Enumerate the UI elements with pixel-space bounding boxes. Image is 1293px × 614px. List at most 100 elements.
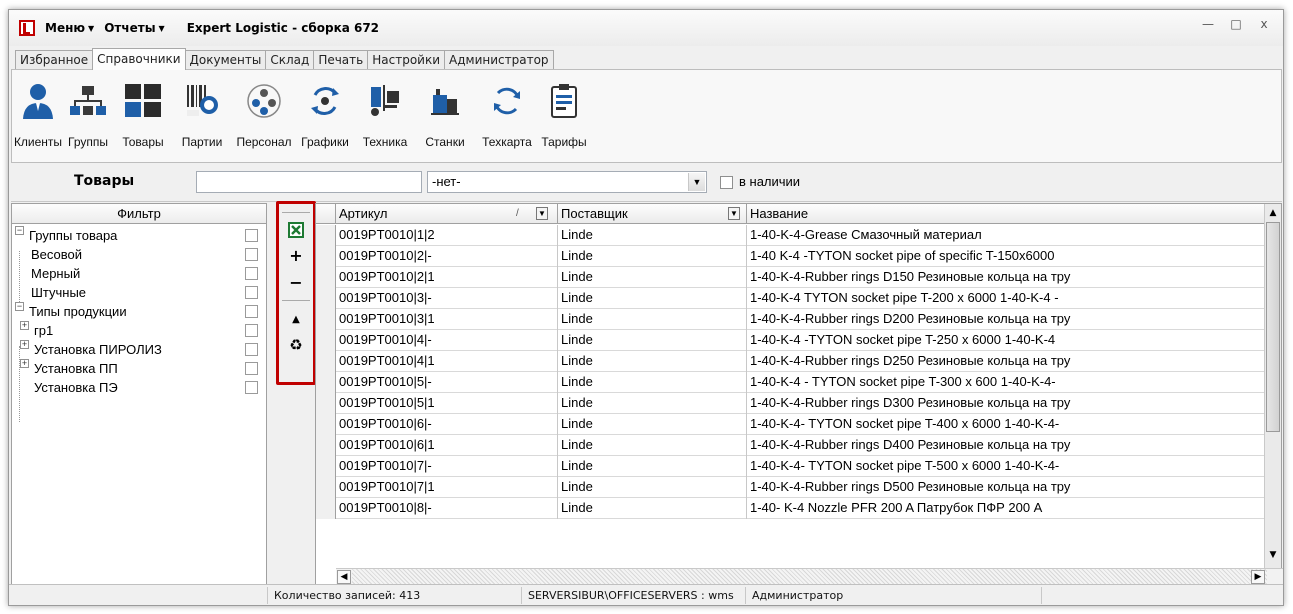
table-row[interactable]: 0019PT0010|5|- Linde 1-40-K-4 - TYTON sock… (316, 372, 1265, 393)
column-name[interactable]: Название (747, 204, 1265, 224)
table-row[interactable]: 0019PT0010|5|1 Linde 1-40-K-4-Rubber rings… (316, 393, 1265, 414)
cell-article[interactable]: 0019PT0010|4|1 (336, 351, 558, 372)
tab-documents[interactable]: Документы (184, 50, 267, 70)
add-button[interactable]: + (285, 244, 307, 266)
table-row[interactable]: 0019PT0010|1|2 Linde 1-40-K-4-Grease Смазо… (316, 225, 1265, 246)
column-supplier[interactable]: Поставщик ▼ (558, 204, 747, 224)
scroll-down-icon[interactable]: ▼ (1267, 548, 1279, 562)
cell-name[interactable]: 1-40-K-4 -TYTON socket pipe T-250 x 6000… (747, 330, 1247, 351)
cell-supplier[interactable]: Linde (558, 372, 747, 393)
horizontal-scrollbar[interactable]: ◀ ▶ (336, 568, 1283, 585)
tree-item[interactable]: Установка ПЭ (12, 378, 266, 397)
row-indicator[interactable] (316, 498, 336, 519)
column-article[interactable]: Артикул / ▼ (336, 204, 558, 224)
cell-name[interactable]: 1-40-K-4-Rubber rings D200 Резиновые кол… (747, 309, 1247, 330)
row-indicator[interactable] (316, 477, 336, 498)
ribbon-groups-button[interactable]: Группы (68, 70, 108, 160)
cell-article[interactable]: 0019PT0010|8|- (336, 498, 558, 519)
row-indicator[interactable] (316, 414, 336, 435)
cell-article[interactable]: 0019PT0010|2|1 (336, 267, 558, 288)
ribbon-machines-button[interactable]: Станки (417, 70, 473, 160)
maximize-button[interactable]: □ (1225, 16, 1247, 34)
row-indicator[interactable] (316, 309, 336, 330)
in-stock-checkbox[interactable] (720, 176, 733, 189)
tree-checkbox[interactable] (245, 229, 258, 242)
row-indicator[interactable] (316, 456, 336, 477)
row-indicator[interactable] (316, 393, 336, 414)
menu-button[interactable]: Меню ▼ (45, 21, 94, 35)
cell-supplier[interactable]: Linde (558, 393, 747, 414)
category-select[interactable]: -нет- ▼ (427, 171, 707, 193)
row-indicator[interactable] (316, 225, 336, 246)
row-indicator[interactable] (316, 267, 336, 288)
row-indicator[interactable] (316, 288, 336, 309)
tab-references[interactable]: Справочники (92, 48, 186, 70)
cell-article[interactable]: 0019PT0010|5|- (336, 372, 558, 393)
cell-name[interactable]: 1-40-K-4-Rubber rings D300 Резиновые кол… (747, 393, 1247, 414)
tree-checkbox[interactable] (245, 286, 258, 299)
table-row[interactable]: 0019PT0010|6|- Linde 1-40-K-4- TYTON socke… (316, 414, 1265, 435)
ribbon-tariffs-button[interactable]: Тарифы (534, 70, 594, 160)
row-indicator[interactable] (316, 435, 336, 456)
cell-article[interactable]: 0019PT0010|7|1 (336, 477, 558, 498)
cell-name[interactable]: 1-40-K-4-Grease Смазочный материал (747, 225, 1247, 246)
expand-icon[interactable]: + (20, 321, 29, 330)
cell-name[interactable]: 1-40-K-4- TYTON socket pipe T-400 x 6000… (747, 414, 1247, 435)
scroll-left-icon[interactable]: ◀ (337, 570, 351, 584)
cell-article[interactable]: 0019PT0010|4|- (336, 330, 558, 351)
tab-admin[interactable]: Администратор (444, 50, 554, 70)
cell-supplier[interactable]: Linde (558, 309, 747, 330)
cell-article[interactable]: 0019PT0010|1|2 (336, 225, 558, 246)
vertical-scrollbar[interactable]: ▲ ▼ (1264, 204, 1281, 585)
tree-item[interactable]: + гр1 (12, 321, 266, 340)
tree-checkbox[interactable] (245, 343, 258, 356)
tab-warehouse[interactable]: Склад (265, 50, 315, 70)
tab-settings[interactable]: Настройки (367, 50, 446, 70)
scroll-up-icon[interactable]: ▲ (1267, 206, 1279, 220)
cell-name[interactable]: 1-40-K-4-Rubber rings D150 Резиновые кол… (747, 267, 1247, 288)
table-row[interactable]: 0019PT0010|2|1 Linde 1-40-K-4-Rubber rings… (316, 267, 1265, 288)
move-up-button[interactable]: ▲ (285, 308, 307, 330)
cell-supplier[interactable]: Linde (558, 288, 747, 309)
tree-item[interactable]: + Установка ПП (12, 359, 266, 378)
cell-name[interactable]: 1-40-K-4-Rubber rings D250 Резиновые кол… (747, 351, 1247, 372)
tree-checkbox[interactable] (245, 324, 258, 337)
cell-supplier[interactable]: Linde (558, 246, 747, 267)
cell-article[interactable]: 0019PT0010|5|1 (336, 393, 558, 414)
table-row[interactable]: 0019PT0010|2|- Linde 1-40 K-4 -TYTON socke… (316, 246, 1265, 267)
tree-checkbox[interactable] (245, 267, 258, 280)
ribbon-schedules-button[interactable]: Графики (297, 70, 353, 160)
cell-supplier[interactable]: Linde (558, 330, 747, 351)
cell-supplier[interactable]: Linde (558, 351, 747, 372)
cell-name[interactable]: 1-40-K-4-Rubber rings D400 Резиновые кол… (747, 435, 1247, 456)
ribbon-goods-button[interactable]: Товары (118, 70, 168, 160)
excel-export-button[interactable] (285, 219, 307, 241)
cell-supplier[interactable]: Linde (558, 477, 747, 498)
row-indicator[interactable] (316, 330, 336, 351)
chevron-down-icon[interactable]: ▼ (728, 207, 740, 220)
table-row[interactable]: 0019PT0010|3|1 Linde 1-40-K-4-Rubber rings… (316, 309, 1265, 330)
cell-supplier[interactable]: Linde (558, 456, 747, 477)
tree-checkbox[interactable] (245, 362, 258, 375)
tree-checkbox[interactable] (245, 305, 258, 318)
cell-name[interactable]: 1-40-K-4- TYTON socket pipe T-500 x 6000… (747, 456, 1247, 477)
tree-item[interactable]: Мерный (12, 264, 266, 283)
expand-icon[interactable]: + (20, 340, 29, 349)
tree-item[interactable]: + Установка ПИРОЛИЗ (12, 340, 266, 359)
scroll-right-icon[interactable]: ▶ (1251, 570, 1265, 584)
table-row[interactable]: 0019PT0010|7|1 Linde 1-40-K-4-Rubber rings… (316, 477, 1265, 498)
chevron-down-icon[interactable]: ▼ (688, 173, 705, 191)
minimize-button[interactable]: — (1197, 16, 1219, 34)
reports-button[interactable]: Отчеты ▼ (104, 21, 165, 35)
chevron-down-icon[interactable]: ▼ (536, 207, 548, 220)
recycle-button[interactable]: ♻ (285, 334, 307, 356)
tree-checkbox[interactable] (245, 381, 258, 394)
collapse-icon[interactable]: − (15, 302, 24, 311)
ribbon-staff-button[interactable]: Персонал (234, 70, 294, 160)
row-indicator[interactable] (316, 372, 336, 393)
cell-supplier[interactable]: Linde (558, 435, 747, 456)
tree-item[interactable]: − Типы продукции (12, 302, 266, 321)
cell-article[interactable]: 0019PT0010|6|1 (336, 435, 558, 456)
ribbon-batches-button[interactable]: Партии (177, 70, 227, 160)
cell-article[interactable]: 0019PT0010|2|- (336, 246, 558, 267)
